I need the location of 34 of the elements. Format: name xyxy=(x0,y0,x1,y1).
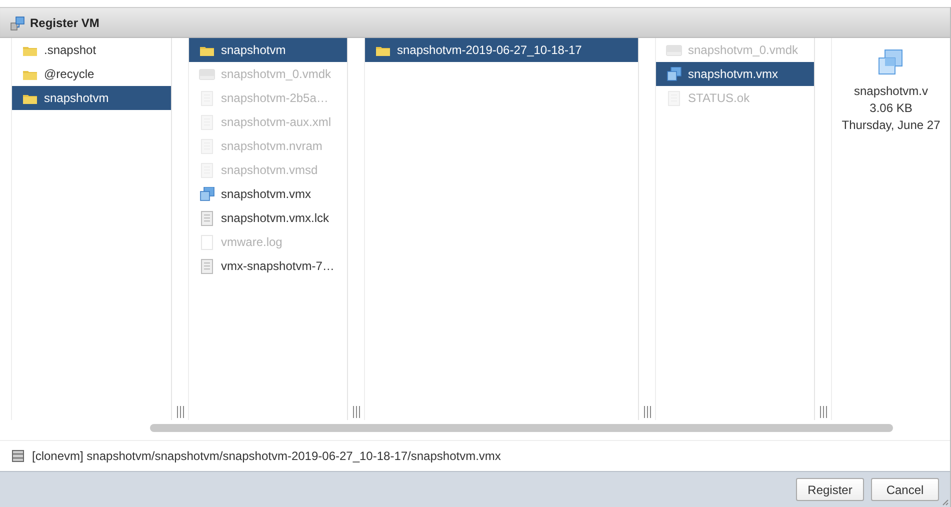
file-list-item[interactable]: snapshotvm.vmx.lck xyxy=(189,206,347,230)
file-list-item[interactable]: vmx-snapshotvm-7… xyxy=(189,254,347,278)
vm-icon xyxy=(200,187,214,201)
file-list-item[interactable]: snapshotvm xyxy=(189,38,347,62)
file-list-item[interactable]: snapshotvm.vmx xyxy=(656,62,814,86)
file-path: [clonevm] snapshotvm/snapshotvm/snapshotvm-2019-06-27_10-18-17/snapshotvm.vmx xyxy=(32,449,501,463)
window-title: Register VM xyxy=(30,16,100,30)
file-icon xyxy=(201,210,213,226)
resize-handle[interactable] xyxy=(820,406,826,418)
file-list-item[interactable]: .snapshot xyxy=(12,38,171,62)
folder-icon xyxy=(376,44,390,56)
file-list-item[interactable]: snapshotvm xyxy=(12,86,171,110)
file-size: 3.06 KB xyxy=(870,100,912,117)
register-button[interactable]: Register xyxy=(796,478,864,501)
file-list-item[interactable]: snapshotvm-2019-06-27_10-18-17 xyxy=(365,38,638,62)
folder-icon xyxy=(200,44,214,56)
scrollbar-thumb[interactable] xyxy=(150,424,893,432)
resize-handle[interactable] xyxy=(352,406,360,418)
register-vm-icon xyxy=(10,14,26,30)
datastore-icon xyxy=(12,450,24,462)
modified-date: Thursday, June 27 xyxy=(842,117,940,134)
resize-grip-icon[interactable] xyxy=(942,499,949,506)
resize-handle[interactable] xyxy=(176,406,184,418)
file-icon xyxy=(201,234,213,250)
folder-icon xyxy=(23,68,37,80)
folder-icon xyxy=(23,44,37,56)
folder-icon xyxy=(23,92,37,104)
vm-icon xyxy=(666,67,682,81)
cancel-button[interactable]: Cancel xyxy=(871,478,939,501)
file-name: snapshotvm.v xyxy=(854,83,928,100)
file-list-item[interactable]: @recycle xyxy=(12,62,171,86)
file-list-item[interactable]: snapshotvm.vmx xyxy=(189,182,347,206)
file-icon xyxy=(201,258,213,274)
resize-handle[interactable] xyxy=(644,406,650,418)
